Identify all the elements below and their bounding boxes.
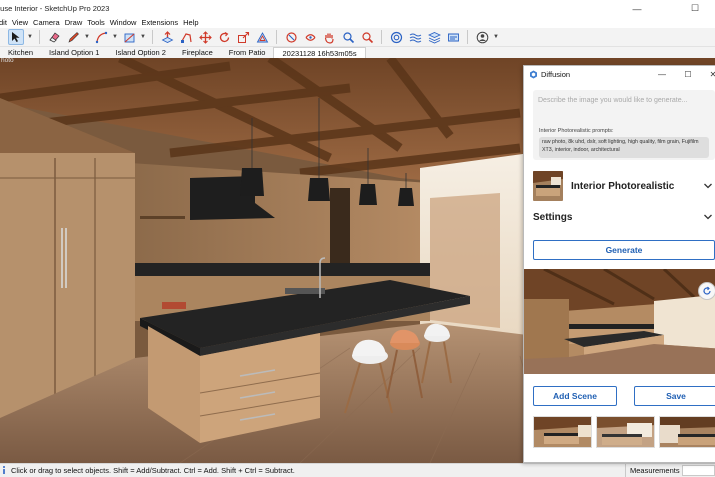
push-pull-icon[interactable] xyxy=(159,29,175,45)
window-title: ouse Interior - SketchUp Pro 2023 xyxy=(0,4,110,13)
panel-minimize-button[interactable]: — xyxy=(655,68,669,80)
style-name: Interior Photorealistic xyxy=(571,180,675,192)
menu-edit[interactable]: dit xyxy=(0,18,7,27)
refresh-icon xyxy=(703,286,711,295)
extension-icon[interactable] xyxy=(445,29,461,45)
menu-bar: dit View Camera Draw Tools Window Extens… xyxy=(0,17,715,28)
chevron-down-icon[interactable] xyxy=(703,212,713,222)
menu-tools[interactable]: Tools xyxy=(87,18,105,27)
select-arrow-icon[interactable] xyxy=(8,29,24,45)
tab-island-option-2[interactable]: Island Option 2 xyxy=(107,47,173,58)
main-toolbar: ▼ ▼ ▼ ▼ ▼ xyxy=(0,28,715,47)
viewport-corner-label: hoto xyxy=(1,58,14,64)
toolbar-divider xyxy=(467,30,468,44)
style-prompts-label: Interior Photorealistic prompts: xyxy=(539,128,614,134)
chevron-down-icon[interactable] xyxy=(703,181,713,191)
title-bar: ouse Interior - SketchUp Pro 2023 — ☐ xyxy=(0,0,715,17)
tab-island-option-1[interactable]: Island Option 1 xyxy=(41,47,107,58)
generated-preview xyxy=(524,269,715,374)
move-icon[interactable] xyxy=(197,29,213,45)
panel-title: Diffusion xyxy=(541,69,571,79)
toolbar-divider xyxy=(381,30,382,44)
panel-close-button[interactable]: ✕ xyxy=(706,68,715,80)
menu-help[interactable]: Help xyxy=(183,18,198,27)
zoom-extents-icon[interactable] xyxy=(359,29,375,45)
layers-icon[interactable] xyxy=(426,29,442,45)
toolbar-divider xyxy=(152,30,153,44)
menu-draw[interactable]: Draw xyxy=(65,18,83,27)
minimize-button[interactable]: — xyxy=(622,0,652,17)
chevron-down-icon[interactable]: ▼ xyxy=(27,29,33,45)
save-button[interactable]: Save xyxy=(634,386,715,406)
tab-fireplace[interactable]: Fireplace xyxy=(174,47,221,58)
scene-tabs: Kitchen Island Option 1 Island Option 2 … xyxy=(0,47,715,58)
chevron-down-icon[interactable]: ▼ xyxy=(84,29,90,45)
maximize-button[interactable]: ☐ xyxy=(680,0,710,17)
menu-window[interactable]: Window xyxy=(110,18,137,27)
settings-section[interactable]: Settings xyxy=(533,208,715,226)
add-scene-button[interactable]: Add Scene xyxy=(533,386,617,406)
chevron-down-icon[interactable]: ▼ xyxy=(112,29,118,45)
measurements-label: Measurements xyxy=(625,464,684,477)
history-thumbnails xyxy=(533,416,715,448)
menu-extensions[interactable]: Extensions xyxy=(141,18,178,27)
settings-label: Settings xyxy=(533,211,573,223)
prompt-input[interactable]: Describe the image you would like to gen… xyxy=(533,90,715,160)
orbit-icon[interactable] xyxy=(302,29,318,45)
status-message: Click or drag to select objects. Shift =… xyxy=(11,466,295,475)
chevron-down-icon[interactable]: ▼ xyxy=(493,29,499,45)
chevron-down-icon[interactable]: ▼ xyxy=(140,29,146,45)
tab-from-patio[interactable]: From Patio xyxy=(221,47,274,58)
offset-icon[interactable] xyxy=(254,29,270,45)
style-selector[interactable]: Interior Photorealistic xyxy=(533,171,715,201)
menu-view[interactable]: View xyxy=(12,18,28,27)
rectangle-icon[interactable] xyxy=(121,29,137,45)
info-icon[interactable] xyxy=(1,465,7,477)
arc-icon[interactable] xyxy=(93,29,109,45)
tape-measure-icon[interactable] xyxy=(283,29,299,45)
tab-generated-scene[interactable]: 20231128 16h53m05s xyxy=(273,47,366,58)
sandbox-icon[interactable] xyxy=(407,29,423,45)
toolbar-divider xyxy=(39,30,40,44)
style-prompts-chip[interactable]: raw photo, 8k uhd, dslr, soft lighting, … xyxy=(539,137,709,158)
history-thumbnail[interactable] xyxy=(659,416,715,448)
panel-maximize-button[interactable]: ☐ xyxy=(681,68,695,80)
toolbar-divider xyxy=(276,30,277,44)
generate-button[interactable]: Generate xyxy=(533,240,715,260)
diffusion-panel: Diffusion — ☐ ✕ Describe the image you w… xyxy=(523,65,715,463)
menu-camera[interactable]: Camera xyxy=(33,18,60,27)
zoom-icon[interactable] xyxy=(340,29,356,45)
tab-kitchen[interactable]: Kitchen xyxy=(0,47,41,58)
panel-title-bar: Diffusion — ☐ ✕ xyxy=(524,66,715,82)
scale-icon[interactable] xyxy=(235,29,251,45)
status-bar: Click or drag to select objects. Shift =… xyxy=(0,463,715,477)
diffusion-logo-icon xyxy=(529,70,538,79)
pan-icon[interactable] xyxy=(321,29,337,45)
measurements-input[interactable] xyxy=(682,465,715,476)
rotate-icon[interactable] xyxy=(216,29,232,45)
account-icon[interactable] xyxy=(474,29,490,45)
follow-me-icon[interactable] xyxy=(178,29,194,45)
refresh-button[interactable] xyxy=(698,282,715,300)
warehouse-icon[interactable] xyxy=(388,29,404,45)
history-thumbnail[interactable] xyxy=(596,416,655,448)
eraser-icon[interactable] xyxy=(46,29,62,45)
pencil-icon[interactable] xyxy=(65,29,81,45)
prompt-placeholder: Describe the image you would like to gen… xyxy=(538,97,688,104)
history-thumbnail[interactable] xyxy=(533,416,592,448)
style-thumbnail xyxy=(533,171,563,201)
